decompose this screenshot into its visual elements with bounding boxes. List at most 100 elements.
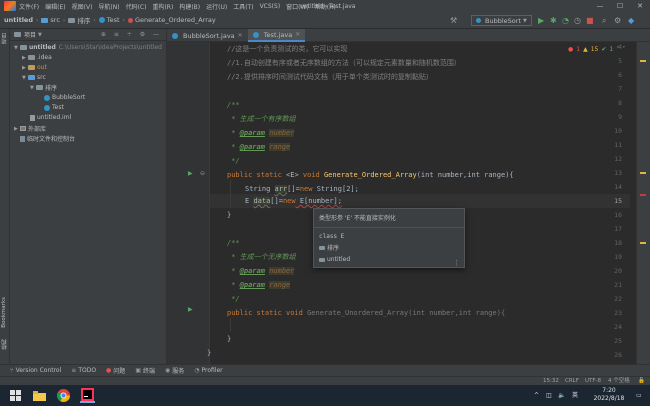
run-gutter-icon[interactable]: ▶: [188, 170, 193, 177]
code-line-22: */: [227, 295, 240, 303]
line-number-current: 15: [614, 197, 622, 205]
keyword: public static: [227, 171, 282, 179]
maximize-button[interactable]: ☐: [610, 0, 630, 12]
fold-icon[interactable]: ⊖: [200, 170, 205, 177]
project-tool-button[interactable]: 项目: [1, 33, 9, 44]
volume-icon[interactable]: 🔈: [558, 385, 565, 406]
line-number: 5: [618, 57, 622, 65]
chevron-down-icon[interactable]: ˅: [622, 46, 625, 53]
notification-icon[interactable]: ▭: [636, 385, 642, 406]
ok-count: 1: [609, 45, 614, 53]
tree-item-test[interactable]: Test: [44, 103, 64, 112]
breadcrumb-package[interactable]: 排序: [68, 15, 90, 25]
version-control-button[interactable]: ⑂ Version Control: [10, 367, 61, 374]
bookmarks-tool-button[interactable]: Bookmarks: [1, 297, 7, 328]
tree-item-src[interactable]: ▼ src: [22, 73, 46, 82]
coverage-icon[interactable]: ◔: [562, 15, 569, 26]
run-configuration-selector[interactable]: BubbleSort ▼: [471, 15, 532, 26]
tree-item-untitled[interactable]: ▼ untitled C:\Users\Star\IdeaProjects\un…: [14, 43, 162, 52]
input-language[interactable]: 英: [572, 385, 578, 406]
tree-item-external-libraries[interactable]: ▶ 外部库: [14, 124, 47, 134]
intellij-taskbar-icon[interactable]: [80, 388, 95, 403]
todo-button[interactable]: ≡ TODO: [71, 367, 96, 374]
tree-item-out[interactable]: ▶ out: [22, 63, 47, 72]
package-icon: [319, 245, 325, 250]
menu-run[interactable]: 运行(U): [206, 2, 227, 11]
tray-overflow-icon[interactable]: ^: [534, 385, 539, 406]
file-explorer-icon[interactable]: [32, 388, 47, 403]
close-icon[interactable]: ✕: [295, 31, 300, 38]
tool-label: TODO: [78, 367, 97, 374]
module-icon: [319, 257, 325, 262]
warning-marker[interactable]: [640, 172, 646, 174]
more-actions-icon[interactable]: ⋮: [453, 259, 460, 267]
structure-tool-button[interactable]: 结构: [1, 339, 9, 350]
breadcrumb-src[interactable]: src: [41, 16, 60, 24]
menu-file[interactable]: 文件(F): [19, 2, 39, 11]
menu-navigate[interactable]: 导航(N): [98, 2, 119, 11]
services-button[interactable]: ◉ 服务: [165, 366, 184, 375]
chevron-down-icon[interactable]: ▼: [38, 32, 42, 38]
profiler-button[interactable]: ◔ Profiler: [194, 367, 222, 374]
tree-item-scratches[interactable]: 临时文件和控制台: [20, 134, 75, 143]
doc-module[interactable]: untitled: [319, 256, 350, 263]
plugin-icon[interactable]: ◆: [628, 15, 634, 26]
doc-package[interactable]: 排序: [319, 243, 339, 252]
close-window-button[interactable]: ✕: [630, 0, 650, 12]
search-icon[interactable]: ⌕: [602, 15, 606, 26]
warning-marker[interactable]: [640, 242, 646, 244]
indent-guide: [230, 318, 231, 332]
error-stripe[interactable]: [636, 42, 650, 364]
run-icon[interactable]: ▶: [538, 15, 544, 26]
project-panel-title[interactable]: 项目: [24, 30, 36, 39]
method-name: Generate_Ordered_Array: [323, 171, 417, 179]
menu-vcs[interactable]: VCS(S): [260, 3, 281, 10]
tree-item-label: 外部库: [28, 126, 47, 133]
tree-item-package[interactable]: ▼ 排序: [30, 83, 57, 93]
run-gutter-icon[interactable]: ▶: [188, 306, 193, 313]
tab-bubblesort[interactable]: BubbleSort.java ✕: [167, 29, 248, 42]
settings-icon[interactable]: ⚙: [614, 15, 621, 26]
breadcrumb-method[interactable]: Generate_Ordered_Array: [127, 16, 216, 24]
code-token: String[2];: [312, 185, 359, 193]
line-number: 8: [618, 99, 622, 107]
folder-icon: [28, 55, 35, 60]
menu-refactor[interactable]: 重构(R): [152, 2, 173, 11]
breadcrumb-separator: ›: [93, 16, 96, 24]
profile-icon[interactable]: ◷: [574, 15, 581, 26]
menu-tools[interactable]: 工具(T): [233, 2, 253, 11]
unused-variable: data: [253, 197, 271, 205]
menu-edit[interactable]: 编辑(E): [45, 2, 65, 11]
start-icon[interactable]: [8, 388, 23, 403]
breadcrumb-class[interactable]: Test: [98, 16, 120, 24]
tab-test[interactable]: Test.java ✕: [247, 29, 306, 42]
hammer-icon[interactable]: ⚒: [450, 15, 457, 26]
error-marker[interactable]: [640, 194, 646, 196]
line-number-gutter: [167, 42, 210, 364]
network-icon[interactable]: ◫: [546, 385, 552, 406]
warning-marker[interactable]: [640, 60, 646, 62]
menu-code[interactable]: 代码(C): [126, 2, 147, 11]
panel-actions[interactable]: ⊕ ≡ ÷ ⚙ —: [101, 31, 162, 38]
minimize-button[interactable]: —: [590, 0, 610, 12]
breadcrumb-class-label: Test: [106, 16, 120, 24]
chevron-up-icon[interactable]: ˄: [616, 46, 619, 53]
debug-icon[interactable]: ✱: [550, 15, 557, 26]
warning-count: 15: [590, 45, 599, 53]
terminal-button[interactable]: ▣ 终端: [135, 366, 155, 375]
windows-taskbar: ^ ◫ 🔈 英 7:20 2022/8/18 ▭: [0, 385, 650, 406]
status-bar: 15:32 CRLF UTF-8 4 个空格 🔓: [0, 376, 650, 385]
taskbar-clock[interactable]: 7:20 2022/8/18: [588, 387, 630, 403]
tree-item-idea[interactable]: ▶ .idea: [22, 53, 52, 62]
error-count: 1: [576, 45, 581, 53]
tree-item-bubblesort[interactable]: BubbleSort: [44, 93, 85, 102]
tree-item-iml[interactable]: untitled.iml: [30, 113, 71, 122]
stop-icon[interactable]: ■: [586, 15, 594, 26]
menu-view[interactable]: 视图(V): [72, 2, 93, 11]
chrome-icon[interactable]: [56, 388, 71, 403]
close-icon[interactable]: ✕: [238, 32, 243, 39]
breadcrumb-project[interactable]: untitled: [4, 16, 33, 24]
menu-build[interactable]: 构建(B): [179, 2, 200, 11]
problems-button[interactable]: ● 问题: [106, 366, 125, 375]
inspection-widget[interactable]: ● 1 ▲ 15 ✔ 1 ˄ ˅: [568, 44, 625, 54]
